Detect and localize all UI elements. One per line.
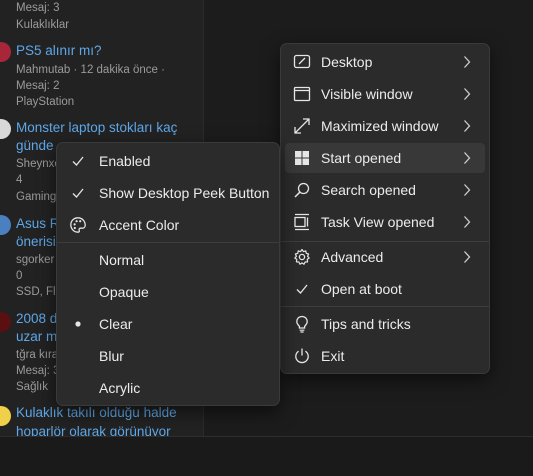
submenu: Enabled Show Desktop Peek Button Accent … — [56, 142, 280, 406]
menu-item-label: Open at boot — [321, 281, 402, 297]
submenu-item-label: Show Desktop Peek Button — [99, 185, 270, 201]
chevron-right-icon — [463, 183, 471, 197]
chevron-right-icon — [463, 215, 471, 229]
windows-logo-icon — [293, 149, 311, 167]
submenu-item-normal[interactable]: Normal — [61, 245, 275, 275]
submenu-item-blur[interactable]: Blur — [61, 341, 275, 371]
post-title-line2[interactable]: hoparlör olarak görünüyor — [16, 423, 171, 436]
gear-icon — [293, 248, 311, 266]
submenu-item-label: Blur — [99, 348, 124, 364]
post-meta: tğra kıra — [16, 349, 59, 361]
menu-item-exit[interactable]: Exit — [285, 341, 485, 371]
post-category[interactable]: Gaming — [16, 189, 56, 205]
chevron-right-icon — [463, 151, 471, 165]
avatar[interactable] — [0, 215, 11, 235]
submenu-item-enabled[interactable]: Enabled — [61, 146, 275, 176]
post-meta: Mesaj: 3 — [16, 365, 60, 377]
post-meta: Mesaj: 3 — [16, 2, 60, 14]
chevron-right-icon — [463, 87, 471, 101]
menu-item-label: Exit — [321, 348, 345, 364]
submenu-item-accent-color[interactable]: Accent Color — [61, 210, 275, 240]
post-title[interactable]: Monster laptop stokları kaç — [16, 119, 177, 137]
submenu-item-label: Enabled — [99, 153, 151, 169]
submenu-item-label: Acrylic — [99, 380, 141, 396]
menu-item-tips-and-tricks[interactable]: Tips and tricks — [285, 309, 485, 339]
menu-item-task-view-opened[interactable]: Task View opened — [285, 207, 485, 237]
power-icon — [293, 347, 311, 365]
post-meta: Mesaj: 2 — [16, 80, 60, 92]
menu-item-label: Desktop — [321, 54, 373, 70]
taskbar — [0, 436, 533, 476]
menu-item-open-at-boot[interactable]: Open at boot — [285, 274, 485, 304]
post-title-line2[interactable]: günde — [16, 137, 54, 155]
post-meta: 0 — [16, 270, 23, 282]
menu-separator — [281, 306, 489, 307]
menu-item-start-opened[interactable]: Start opened — [285, 143, 485, 173]
checkmark-icon — [69, 152, 87, 170]
post-title[interactable]: 2008 d — [16, 310, 57, 328]
context-menu: Desktop Visible window Maximized window … — [280, 43, 490, 374]
submenu-item-label: Accent Color — [99, 217, 180, 233]
menu-separator — [57, 242, 279, 243]
submenu-item-label: Normal — [99, 252, 145, 268]
submenu-item-opaque[interactable]: Opaque — [61, 277, 275, 307]
post-category[interactable]: PlayStation — [16, 94, 74, 110]
avatar[interactable] — [0, 406, 11, 426]
submenu-item-label: Opaque — [99, 284, 149, 300]
submenu-item-label: Clear — [99, 316, 133, 332]
post-category[interactable]: Sağlık — [16, 379, 48, 395]
avatar[interactable] — [0, 119, 11, 139]
submenu-item-clear[interactable]: Clear — [61, 309, 275, 339]
post-meta: 4 — [16, 174, 23, 186]
menu-item-label: Tips and tricks — [321, 316, 411, 332]
desktop-icon — [293, 53, 311, 71]
menu-item-label: Search opened — [321, 182, 416, 198]
post-meta: Sheynxo — [16, 158, 61, 170]
post-title[interactable]: Asus R — [16, 215, 60, 233]
post-title-line2[interactable]: uzar m — [16, 328, 57, 346]
menu-item-label: Maximized window — [321, 118, 439, 134]
checkmark-icon — [293, 280, 311, 298]
chevron-right-icon — [463, 250, 471, 264]
checkmark-icon — [69, 184, 87, 202]
avatar[interactable] — [0, 42, 11, 62]
submenu-item-show-desktop-peek-button[interactable]: Show Desktop Peek Button — [61, 178, 275, 208]
post-category[interactable]: Kulaklıklar — [16, 17, 69, 33]
post-title[interactable]: Kulaklık takılı olduğu halde — [16, 404, 177, 422]
submenu-item-acrylic[interactable]: Acrylic — [61, 373, 275, 403]
avatar[interactable] — [0, 312, 11, 332]
menu-item-label: Visible window — [321, 86, 413, 102]
post-title[interactable]: PS5 alınır mı? — [16, 42, 102, 60]
menu-item-maximized-window[interactable]: Maximized window — [285, 111, 485, 141]
chevron-right-icon — [463, 119, 471, 133]
lightbulb-icon — [293, 315, 311, 333]
menu-item-label: Start opened — [321, 150, 402, 166]
task-view-icon — [293, 213, 311, 231]
menu-item-label: Task View opened — [321, 214, 435, 230]
menu-item-advanced[interactable]: Advanced — [285, 242, 485, 272]
post-title-line2[interactable]: önerisi — [16, 233, 56, 251]
search-icon — [293, 181, 311, 199]
post-meta: Mahmutab · 12 dakika önce · — [16, 64, 165, 76]
chevron-right-icon — [463, 55, 471, 69]
post-meta: sgorker — [16, 254, 55, 266]
maximize-icon — [293, 117, 311, 135]
menu-item-desktop[interactable]: Desktop — [285, 47, 485, 77]
menu-item-visible-window[interactable]: Visible window — [285, 79, 485, 109]
radio-dot-icon — [69, 315, 87, 333]
window-icon — [293, 85, 311, 103]
menu-item-search-opened[interactable]: Search opened — [285, 175, 485, 205]
palette-icon — [69, 216, 87, 234]
menu-item-label: Advanced — [321, 249, 384, 265]
